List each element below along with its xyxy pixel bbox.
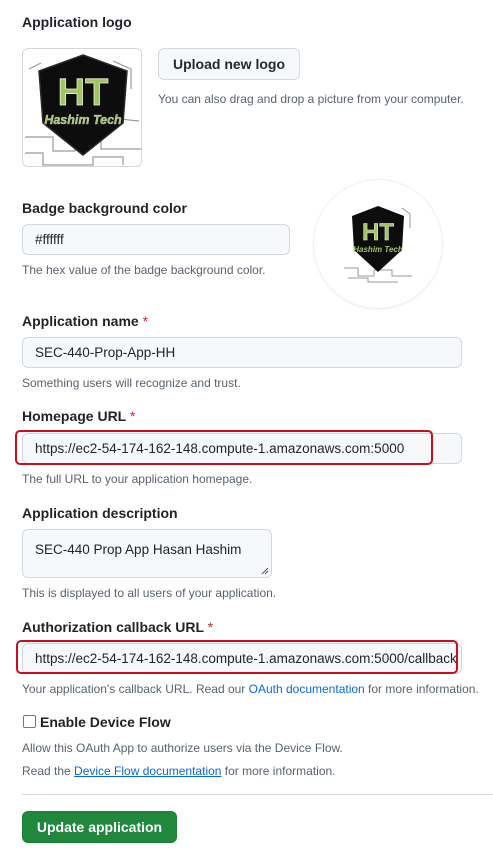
- badge-logo-image: HT Hashim Tech: [344, 206, 412, 283]
- application-description-value: SEC-440 Prop App Hasan Hashim: [35, 542, 242, 557]
- application-name-hint: Something users will recognize and trust…: [22, 376, 241, 390]
- application-logo-preview: HT Hashim Tech: [22, 48, 142, 167]
- update-application-button[interactable]: Update application: [22, 811, 177, 843]
- required-mark: *: [129, 408, 136, 424]
- badge-preview: HT Hashim Tech: [314, 180, 442, 308]
- homepage-url-label-text: Homepage URL: [22, 408, 126, 424]
- badge-logo-text-main: HT: [362, 219, 394, 246]
- application-description-textarea[interactable]: SEC-440 Prop App Hasan Hashim: [22, 529, 272, 578]
- device-flow-hint-prefix: Read the: [22, 764, 75, 778]
- application-description-hint: This is displayed to all users of your a…: [22, 586, 277, 600]
- logo-text-sub: Hashim Tech: [44, 113, 122, 127]
- enable-device-flow-checkbox[interactable]: [23, 715, 36, 728]
- application-name-label-text: Application name: [22, 313, 139, 329]
- callback-url-label-text: Authorization callback URL: [22, 619, 204, 635]
- badge-logo-text-sub: Hashim Tech: [353, 245, 403, 254]
- required-mark: *: [142, 313, 149, 329]
- section-divider: [22, 794, 493, 795]
- callback-url-hint-suffix: for more information.: [364, 682, 479, 696]
- badge-color-hint: The hex value of the badge background co…: [22, 263, 266, 277]
- logo-text-main: HT: [58, 72, 109, 114]
- callback-url-hint-prefix: Your application's callback URL. Read ou…: [22, 682, 249, 696]
- upload-new-logo-button[interactable]: Upload new logo: [158, 48, 300, 80]
- oauth-documentation-link[interactable]: OAuth documentation: [249, 682, 365, 696]
- callback-url-hint: Your application's callback URL. Read ou…: [22, 682, 479, 696]
- device-flow-documentation-link[interactable]: Device Flow documentation: [74, 764, 221, 778]
- badge-color-input[interactable]: #ffffff: [22, 224, 290, 255]
- logo-upload-hint: You can also drag and drop a picture fro…: [158, 92, 464, 106]
- enable-device-flow-label[interactable]: Enable Device Flow: [40, 714, 171, 730]
- homepage-url-label: Homepage URL *: [22, 408, 135, 424]
- application-name-label: Application name *: [22, 313, 148, 329]
- required-mark: *: [207, 619, 214, 635]
- resize-handle-icon[interactable]: [259, 565, 269, 575]
- homepage-url-hint: The full URL to your application homepag…: [22, 472, 253, 486]
- device-flow-hint-line1: Allow this OAuth App to authorize users …: [22, 741, 343, 755]
- callback-url-label: Authorization callback URL *: [22, 619, 213, 635]
- device-flow-hint-line2: Read the Device Flow documentation for m…: [22, 764, 336, 778]
- callback-url-input[interactable]: https://ec2-54-174-162-148.compute-1.ama…: [22, 643, 462, 674]
- application-name-input[interactable]: SEC-440-Prop-App-HH: [22, 337, 462, 368]
- hashim-tech-logo-image: HT Hashim Tech: [25, 54, 141, 166]
- badge-color-label: Badge background color: [22, 200, 187, 216]
- application-logo-label: Application logo: [22, 14, 132, 30]
- homepage-url-input[interactable]: https://ec2-54-174-162-148.compute-1.ama…: [22, 433, 462, 464]
- application-description-label: Application description: [22, 505, 178, 521]
- device-flow-hint-suffix: for more information.: [221, 764, 336, 778]
